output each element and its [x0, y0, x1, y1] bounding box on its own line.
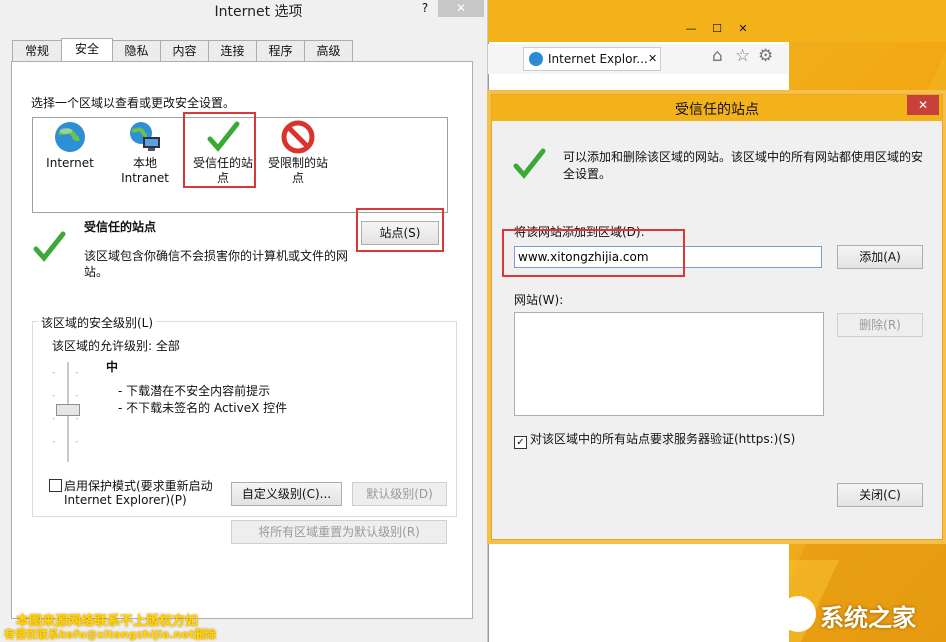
security-level-name: 中 [106, 360, 119, 374]
trusted-sites-close-button[interactable]: ✕ [907, 95, 939, 115]
watermark-logo: 系统之家 [780, 590, 940, 638]
allowed-levels-text: 该区域的允许级别: 全部 [52, 339, 180, 353]
tab-programs[interactable]: 程序 [256, 40, 305, 61]
add-button[interactable]: 添加(A) [837, 245, 923, 269]
ie-icon [529, 52, 543, 66]
level-bullet: - 下载潜在不安全内容前提示 [118, 384, 271, 398]
watermark-text-2: 有侵权联系kefu@xitongzhijia.net删除 [4, 628, 217, 641]
browser-tab[interactable]: Internet Explor... ✕ [523, 47, 661, 71]
highlight-add-site [502, 229, 685, 277]
zone-restricted-sites[interactable]: 受限制的站 点 [265, 120, 331, 186]
protected-mode-checkbox[interactable] [49, 479, 62, 493]
logo-mark-icon [780, 596, 816, 632]
logo-text: 系统之家 [820, 604, 916, 632]
close-dialog-button[interactable]: 关闭(C) [837, 483, 923, 507]
toolbar-icons: ⌂ ☆ ⚙ [708, 44, 788, 74]
tab-content[interactable]: 内容 [160, 40, 209, 61]
tab-close-icon[interactable]: ✕ [648, 52, 657, 65]
browser-close-button[interactable]: ✕ [730, 22, 756, 36]
highlight-sites-button [356, 208, 444, 252]
maximize-button[interactable]: ☐ [704, 22, 730, 36]
help-button[interactable]: ? [413, 0, 437, 17]
zone-label: 受限制的站 点 [267, 156, 328, 185]
security-level-group-label: 该区域的安全级别(L) [38, 314, 157, 331]
trusted-sites-info: 可以添加和删除该区域的网站。该区域中的所有网站都使用区域的安全设置。 [563, 150, 924, 181]
dialog-close-button[interactable]: ✕ [438, 0, 484, 17]
zone-label: 本地 Intranet [121, 156, 169, 185]
selected-zone-description: 该区域包含你确信不会损害你的计算机或文件的网站。 [84, 249, 349, 279]
gear-icon[interactable]: ⚙ [758, 46, 773, 66]
websites-label: 网站(W): [514, 293, 564, 307]
zone-instruction: 选择一个区域以查看或更改安全设置。 [31, 96, 236, 110]
intranet-icon [128, 120, 162, 154]
zone-internet[interactable]: Internet [39, 120, 101, 171]
selected-zone-title: 受信任的站点 [84, 220, 157, 234]
tab-advanced[interactable]: 高级 [304, 40, 353, 61]
home-icon[interactable]: ⌂ [712, 46, 723, 66]
require-https-label: 对该区域中的所有站点要求服务器验证(https:)(S) [530, 432, 796, 446]
protected-mode-label-2: Internet Explorer)(P) [64, 493, 187, 507]
internet-options-dialog: Internet 选项 ? ✕ 常规 安全 隐私 内容 连接 程序 高级 选择一… [0, 0, 488, 642]
protected-mode-label: 启用保护模式(要求重新启动 [64, 479, 213, 493]
favorites-star-icon[interactable]: ☆ [735, 46, 750, 66]
require-https-checkbox[interactable]: ✓ [514, 432, 527, 449]
remove-button[interactable]: 删除(R) [837, 313, 923, 337]
tab-privacy[interactable]: 隐私 [112, 40, 161, 61]
selected-zone-check-icon [32, 230, 66, 267]
trusted-sites-title: 受信任的站点 [675, 102, 759, 118]
tab-security[interactable]: 安全 [61, 38, 113, 62]
level-bullet: - 不下载未签名的 ActiveX 控件 [118, 401, 288, 415]
trusted-sites-dialog: 受信任的站点 ✕ 可以添加和删除该区域的网站。该区域中的所有网站都使用区域的安全… [491, 94, 943, 540]
zone-label: Internet [46, 156, 94, 170]
info-check-icon [512, 147, 546, 184]
security-tab-panel: 选择一个区域以查看或更改安全设置。 Internet 本地 Intranet 受… [11, 61, 473, 619]
websites-list[interactable] [514, 312, 824, 416]
slider-thumb[interactable] [56, 404, 80, 416]
custom-level-button[interactable]: 自定义级别(C)... [231, 482, 342, 506]
minimize-button[interactable]: — [678, 22, 704, 36]
globe-icon [53, 120, 87, 154]
reset-all-zones-button[interactable]: 将所有区域重置为默认级别(R) [231, 520, 447, 544]
default-level-button[interactable]: 默认级别(D) [352, 482, 447, 506]
tab-connections[interactable]: 连接 [208, 40, 257, 61]
zone-local-intranet[interactable]: 本地 Intranet [113, 120, 177, 186]
tab-title: Internet Explor... [548, 52, 648, 66]
highlight-trusted-zone [183, 112, 256, 188]
tab-general[interactable]: 常规 [12, 40, 62, 61]
restricted-icon [281, 120, 315, 154]
security-slider[interactable]: - -- -- -- - [52, 362, 84, 462]
